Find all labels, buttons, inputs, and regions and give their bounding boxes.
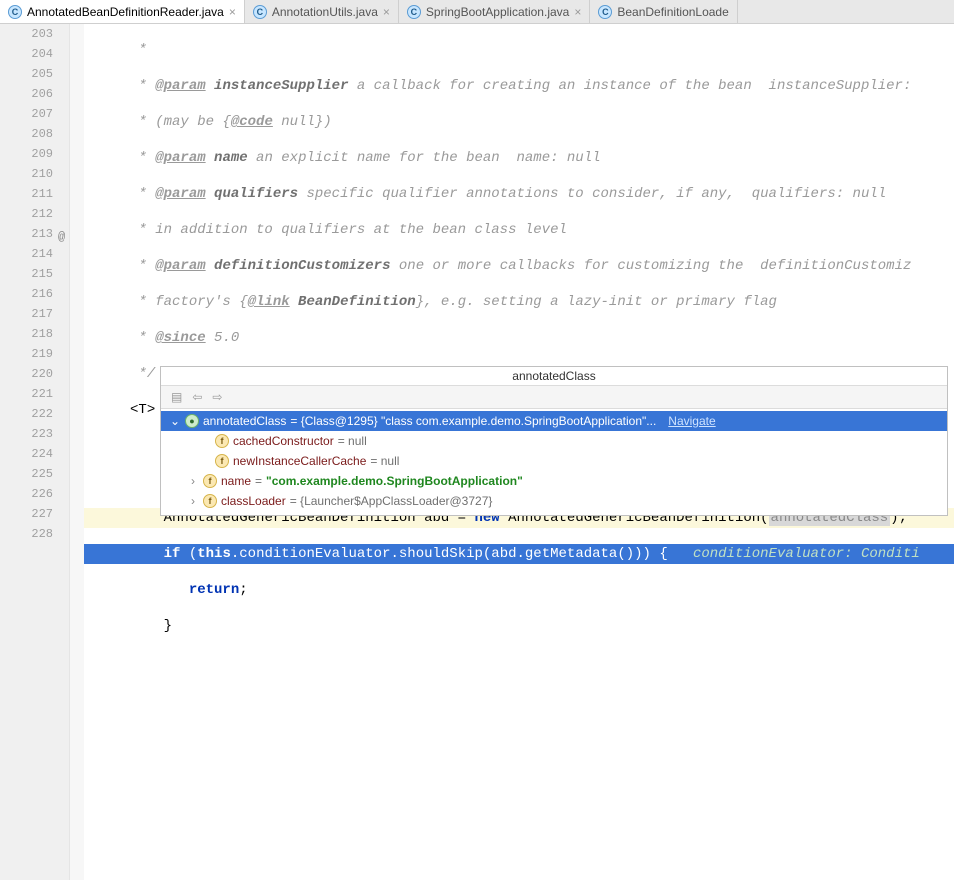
code-line: * — [84, 40, 954, 60]
field-icon: f — [203, 474, 217, 488]
code-line: * (may be {@code null}) — [84, 112, 954, 132]
tab-file-1[interactable]: C AnnotationUtils.java × — [245, 0, 399, 23]
class-icon: C — [253, 5, 267, 19]
tab-label: SpringBootApplication.java — [426, 5, 569, 19]
chevron-down-icon[interactable]: ⌄ — [169, 414, 181, 428]
tab-label: AnnotationUtils.java — [272, 5, 378, 19]
debug-var-tree[interactable]: ⌄ ● annotatedClass = {Class@1295} "class… — [161, 409, 947, 515]
code-line: * factory's {@link BeanDefinition}, e.g.… — [84, 292, 954, 312]
var-value: = {Launcher$AppClassLoader@3727} — [290, 494, 493, 508]
tab-label: AnnotatedBeanDefinitionReader.java — [27, 5, 224, 19]
var-eq: = — [255, 474, 262, 488]
editor-tabs: C AnnotatedBeanDefinitionReader.java × C… — [0, 0, 954, 24]
popup-title: annotatedClass — [161, 367, 947, 385]
tab-file-0[interactable]: C AnnotatedBeanDefinitionReader.java × — [0, 0, 245, 23]
close-icon[interactable]: × — [383, 5, 390, 19]
close-icon[interactable]: × — [229, 5, 236, 19]
code-line: } — [84, 616, 954, 636]
var-name: name — [221, 474, 251, 488]
var-value: = null — [370, 454, 399, 468]
code-line: return; — [84, 580, 954, 600]
code-line: * @param definitionCustomizers one or mo… — [84, 256, 954, 276]
var-name: annotatedClass — [203, 414, 286, 428]
tree-item[interactable]: › f classLoader = {Launcher$AppClassLoade… — [161, 491, 947, 511]
chevron-right-icon[interactable]: › — [187, 494, 199, 508]
var-strong: "com.example.demo.SpringBootApplication" — [266, 474, 523, 488]
var-value: = null — [338, 434, 367, 448]
field-icon: f — [215, 454, 229, 468]
code-line: * @param instanceSupplier a callback for… — [84, 76, 954, 96]
tree-item[interactable]: f cachedConstructor = null — [161, 431, 947, 451]
chevron-right-icon[interactable]: › — [187, 474, 199, 488]
navigate-link[interactable]: Navigate — [668, 414, 715, 428]
object-icon: ● — [185, 414, 199, 428]
line-gutter[interactable]: 203204205 206207208 209210211 212 213@ 2… — [0, 24, 70, 880]
back-icon[interactable]: ⇦ — [192, 390, 202, 404]
var-name: classLoader — [221, 494, 286, 508]
tree-root[interactable]: ⌄ ● annotatedClass = {Class@1295} "class… — [161, 411, 947, 431]
breakpoint-icon[interactable]: @ — [58, 227, 65, 247]
var-name: cachedConstructor — [233, 434, 334, 448]
code-line-exec: if (this.conditionEvaluator.shouldSkip(a… — [84, 544, 954, 564]
class-icon: C — [407, 5, 421, 19]
tree-item[interactable]: f newInstanceCallerCache = null — [161, 451, 947, 471]
var-value: = {Class@1295} "class com.example.demo.S… — [290, 414, 656, 428]
class-icon: C — [8, 5, 22, 19]
close-icon[interactable]: × — [574, 5, 581, 19]
code-line: * in addition to qualifiers at the bean … — [84, 220, 954, 240]
var-name: newInstanceCallerCache — [233, 454, 366, 468]
code-line: * @since 5.0 — [84, 328, 954, 348]
field-icon: f — [215, 434, 229, 448]
tab-label: BeanDefinitionLoade — [617, 5, 728, 19]
tree-icon[interactable]: ▤ — [171, 390, 182, 404]
tab-file-3[interactable]: C BeanDefinitionLoade — [590, 0, 737, 23]
code-line: * @param name an explicit name for the b… — [84, 148, 954, 168]
debug-evaluate-popup: annotatedClass ▤ ⇦ ⇨ ⌄ ● annotatedClass … — [160, 366, 948, 516]
tab-file-2[interactable]: C SpringBootApplication.java × — [399, 0, 590, 23]
class-icon: C — [598, 5, 612, 19]
field-icon: f — [203, 494, 217, 508]
tree-item[interactable]: › f name = "com.example.demo.SpringBootAp… — [161, 471, 947, 491]
icons-column — [70, 24, 84, 880]
popup-toolbar: ▤ ⇦ ⇨ — [161, 385, 947, 409]
code-line: * @param qualifiers specific qualifier a… — [84, 184, 954, 204]
forward-icon[interactable]: ⇨ — [212, 390, 222, 404]
